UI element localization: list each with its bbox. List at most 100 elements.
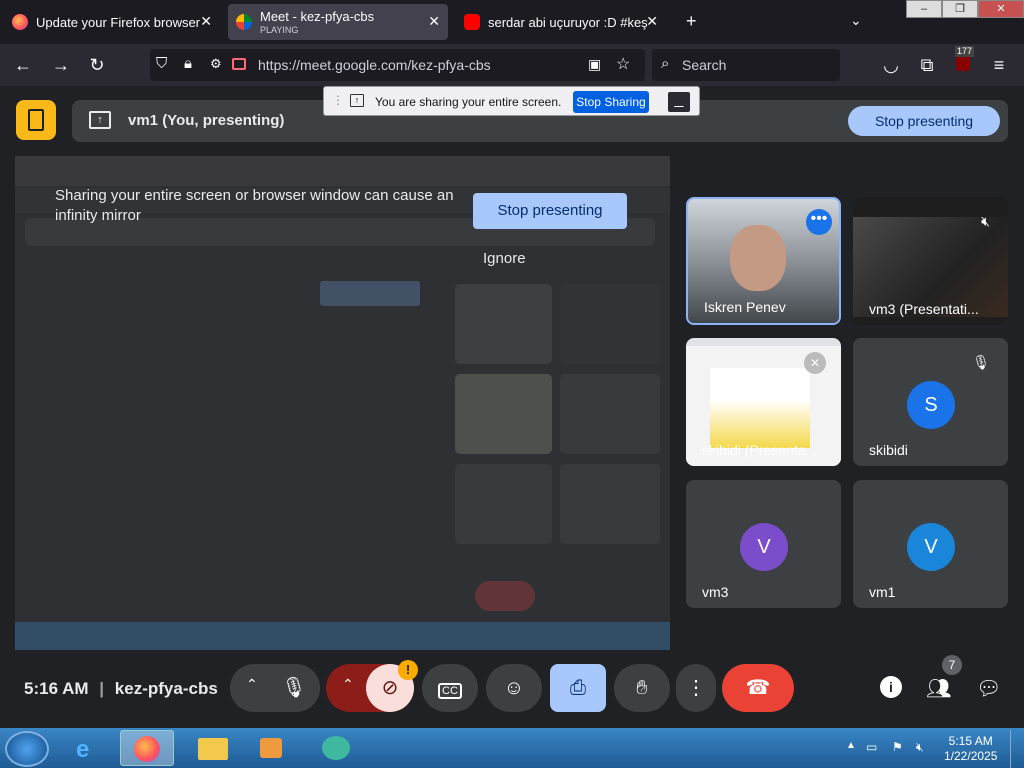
participant-count-badge: 7 xyxy=(942,655,962,675)
participant-name: vm1 xyxy=(869,584,896,600)
stop-sharing-button[interactable]: Stop Sharing xyxy=(573,91,649,113)
tab-firefox-update[interactable]: Update your Firefox browser ✕ xyxy=(4,4,220,40)
leave-call-button[interactable]: ☎︎ xyxy=(722,664,794,712)
back-icon[interactable]: ← xyxy=(12,54,34,76)
url-text: https://meet.google.com/kez-pfya-cbs xyxy=(258,57,491,73)
search-bar[interactable]: ⌕ Search xyxy=(652,49,840,81)
participant-tile[interactable]: 🎙︎ S skibidi xyxy=(853,338,1008,466)
participant-name: skibidi xyxy=(869,442,908,458)
new-tab-icon[interactable]: + xyxy=(686,11,697,32)
participant-tile[interactable]: ✕ skibidi (Presenta... xyxy=(686,338,841,466)
participant-face xyxy=(730,225,786,291)
minimize-indicator-icon[interactable]: _ xyxy=(668,92,690,112)
info-icon[interactable]: i xyxy=(880,676,902,698)
system-time: 5:15 AM xyxy=(948,734,993,748)
mic-off-icon: 🔇︎ xyxy=(981,213,990,229)
window-controls: – ❐ ✕ xyxy=(906,0,1024,18)
screen-icon: ↑ xyxy=(350,94,364,107)
warning-stop-presenting-button[interactable]: Stop presenting xyxy=(473,193,627,229)
raise-hand-button[interactable]: ✋︎ xyxy=(614,664,670,712)
avatar: S xyxy=(907,381,955,429)
sharing-text: You are sharing your entire screen. xyxy=(375,95,562,109)
participant-tile[interactable]: 🔇︎ vm3 (Presentati... xyxy=(853,197,1008,325)
reload-icon[interactable]: ↻ xyxy=(86,54,108,76)
shield-icon[interactable]: ⛉ xyxy=(156,55,167,72)
taskbar-ie[interactable]: e xyxy=(62,730,116,766)
tab-bar: Update your Firefox browser ✕ Meet - kez… xyxy=(0,0,1024,44)
microphone-button[interactable]: 🎙︎ xyxy=(268,664,320,712)
reader-view-icon[interactable]: ▣ xyxy=(588,56,601,73)
present-button[interactable]: ⎙ xyxy=(550,664,606,712)
search-placeholder: Search xyxy=(682,57,727,73)
pocket-icon[interactable]: ◡ xyxy=(880,54,902,76)
tab-title: serdar abi uçuruyor :D #keşfet xyxy=(488,14,648,30)
ublock-icon[interactable]: 177 xyxy=(952,46,975,76)
screen-content xyxy=(710,368,810,448)
avatar: V xyxy=(740,523,788,571)
screen-share-indicator-icon[interactable] xyxy=(232,58,246,70)
tab-youtube[interactable]: serdar abi uçuruyor :D #keşfet ✕ xyxy=(456,4,666,40)
show-desktop-button[interactable] xyxy=(1010,730,1024,768)
extension-badge: 177 xyxy=(955,46,975,57)
bookmark-star-icon[interactable]: ☆ xyxy=(616,54,630,74)
meeting-time: 5:16 AM xyxy=(24,679,89,698)
captions-button[interactable]: CC xyxy=(422,664,478,712)
mic-off-icon: 🎙︎ xyxy=(972,354,990,370)
chat-icon[interactable]: 💬︎ xyxy=(976,676,1001,701)
firefox-icon xyxy=(12,14,28,30)
participant-tile[interactable]: ••• Iskren Penev xyxy=(686,197,841,325)
start-button[interactable] xyxy=(5,731,49,767)
sharing-indicator: ⋮ ↑ You are sharing your entire screen. … xyxy=(323,86,700,116)
ignore-button[interactable]: Ignore xyxy=(483,250,526,267)
more-vert-icon: ⋮ xyxy=(686,677,706,699)
tab-playing-label: PLAYING xyxy=(260,25,299,35)
network-icon[interactable]: ▭ xyxy=(866,740,877,754)
close-icon[interactable]: ✕ xyxy=(428,13,440,30)
people-icon[interactable]: 👥︎ xyxy=(926,676,951,701)
taskbar-firefox[interactable] xyxy=(120,730,174,766)
menu-icon[interactable]: ≡ xyxy=(988,54,1010,76)
close-icon[interactable]: ✕ xyxy=(200,13,212,30)
taskbar-app[interactable] xyxy=(310,730,364,766)
app-icon xyxy=(322,736,350,760)
presenting-label: vm1 (You, presenting) xyxy=(128,112,285,129)
meet-logo xyxy=(16,100,56,140)
hang-up-icon: ☎︎ xyxy=(745,677,771,699)
flag-icon[interactable]: ⚑ xyxy=(892,740,903,754)
list-tabs-icon[interactable]: ⌄ xyxy=(850,12,862,29)
permissions-icon[interactable]: ⚙ xyxy=(210,56,222,72)
participant-name: Iskren Penev xyxy=(704,299,786,315)
taskbar-media[interactable] xyxy=(244,730,298,766)
close-icon[interactable]: ✕ xyxy=(646,13,658,30)
lock-icon[interactable]: 🔒︎ xyxy=(184,55,192,72)
url-bar[interactable]: ⛉ 🔒︎ ⚙ https://meet.google.com/kez-pfya-… xyxy=(150,49,645,81)
taskbar-explorer[interactable] xyxy=(186,730,240,766)
system-date: 1/22/2025 xyxy=(944,749,998,763)
internet-explorer-icon: e xyxy=(76,736,90,763)
tab-title: Update your Firefox browser xyxy=(36,14,201,30)
forward-icon[interactable]: → xyxy=(50,54,72,76)
participant-tile[interactable]: V vm3 xyxy=(686,480,841,608)
show-hidden-icons[interactable]: ▲ xyxy=(846,740,856,751)
search-icon: ⌕ xyxy=(661,55,670,72)
maximize-icon[interactable]: ❐ xyxy=(942,0,978,18)
volume-muted-icon[interactable]: 🔇︎ xyxy=(916,740,924,755)
participant-tile[interactable]: V vm1 xyxy=(853,480,1008,608)
drag-handle-icon[interactable]: ⋮ xyxy=(332,93,344,107)
more-options-button[interactable]: ⋮ xyxy=(676,664,716,712)
more-options-icon[interactable]: ••• xyxy=(806,209,832,235)
extensions-icon[interactable]: ⧉ xyxy=(916,54,938,76)
reactions-button[interactable]: ☺ xyxy=(486,664,542,712)
close-window-icon[interactable]: ✕ xyxy=(978,0,1024,18)
mic-options-icon[interactable]: ⌃ xyxy=(246,676,258,693)
avatar: V xyxy=(907,523,955,571)
stop-presenting-button[interactable]: Stop presenting xyxy=(848,106,1000,136)
firefox-icon xyxy=(134,736,160,762)
tab-meet[interactable]: Meet - kez-pfya-cbs PLAYING ✕ xyxy=(228,4,448,40)
meeting-info: 5:16 AM | kez-pfya-cbs xyxy=(24,679,218,698)
system-clock[interactable]: 5:15 AM 1/22/2025 xyxy=(944,734,997,764)
nav-bar: ← → ↻ ⛉ 🔒︎ ⚙ https://meet.google.com/kez… xyxy=(0,44,1024,86)
minimize-icon[interactable]: – xyxy=(906,0,942,18)
camera-options-icon[interactable]: ⌃ xyxy=(342,676,354,693)
present-icon: ↑ xyxy=(89,111,111,129)
